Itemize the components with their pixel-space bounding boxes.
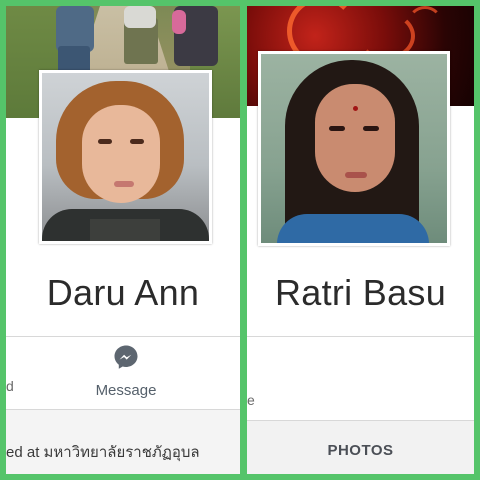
profile-name-right: Ratri Basu	[274, 272, 447, 313]
truncated-action-label: e	[247, 392, 255, 408]
left-profile-card: Daru Ann d Message ed at มหาวิทยาลัยราชภ…	[6, 6, 240, 474]
profile-photo-woman-short-hair	[42, 73, 209, 241]
photo-eye	[98, 139, 112, 144]
message-button-label: Message	[95, 382, 157, 399]
profile-photo-woman-long-hair	[261, 54, 447, 243]
message-button[interactable]: Message	[86, 342, 166, 404]
education-text: ed at มหาวิทยาลัยราชภัฏอุบล	[6, 444, 200, 461]
cover-person-accent	[172, 10, 186, 34]
photo-blouse	[277, 214, 429, 243]
divider	[247, 336, 474, 337]
profile-name-left: Daru Ann	[46, 272, 200, 313]
photo-face	[82, 105, 160, 203]
truncated-action-label: d	[6, 378, 14, 394]
right-profile-card: Ratri Basu e PHOTOS	[247, 6, 474, 474]
profile-picture-left[interactable]	[39, 70, 212, 244]
photo-eye	[363, 126, 379, 131]
cover-person	[124, 6, 156, 28]
photos-tab[interactable]: PHOTOS	[247, 442, 474, 459]
photo-lips	[345, 172, 367, 178]
photo-eye	[329, 126, 345, 131]
divider	[6, 336, 240, 337]
photo-lips	[114, 181, 134, 187]
photo-bindi	[353, 106, 358, 111]
photo-shirt-inner	[90, 219, 160, 241]
cover-flame-swirl	[407, 6, 443, 42]
profile-picture-right[interactable]	[258, 51, 450, 246]
photo-eye	[130, 139, 144, 144]
messenger-icon	[114, 345, 138, 369]
